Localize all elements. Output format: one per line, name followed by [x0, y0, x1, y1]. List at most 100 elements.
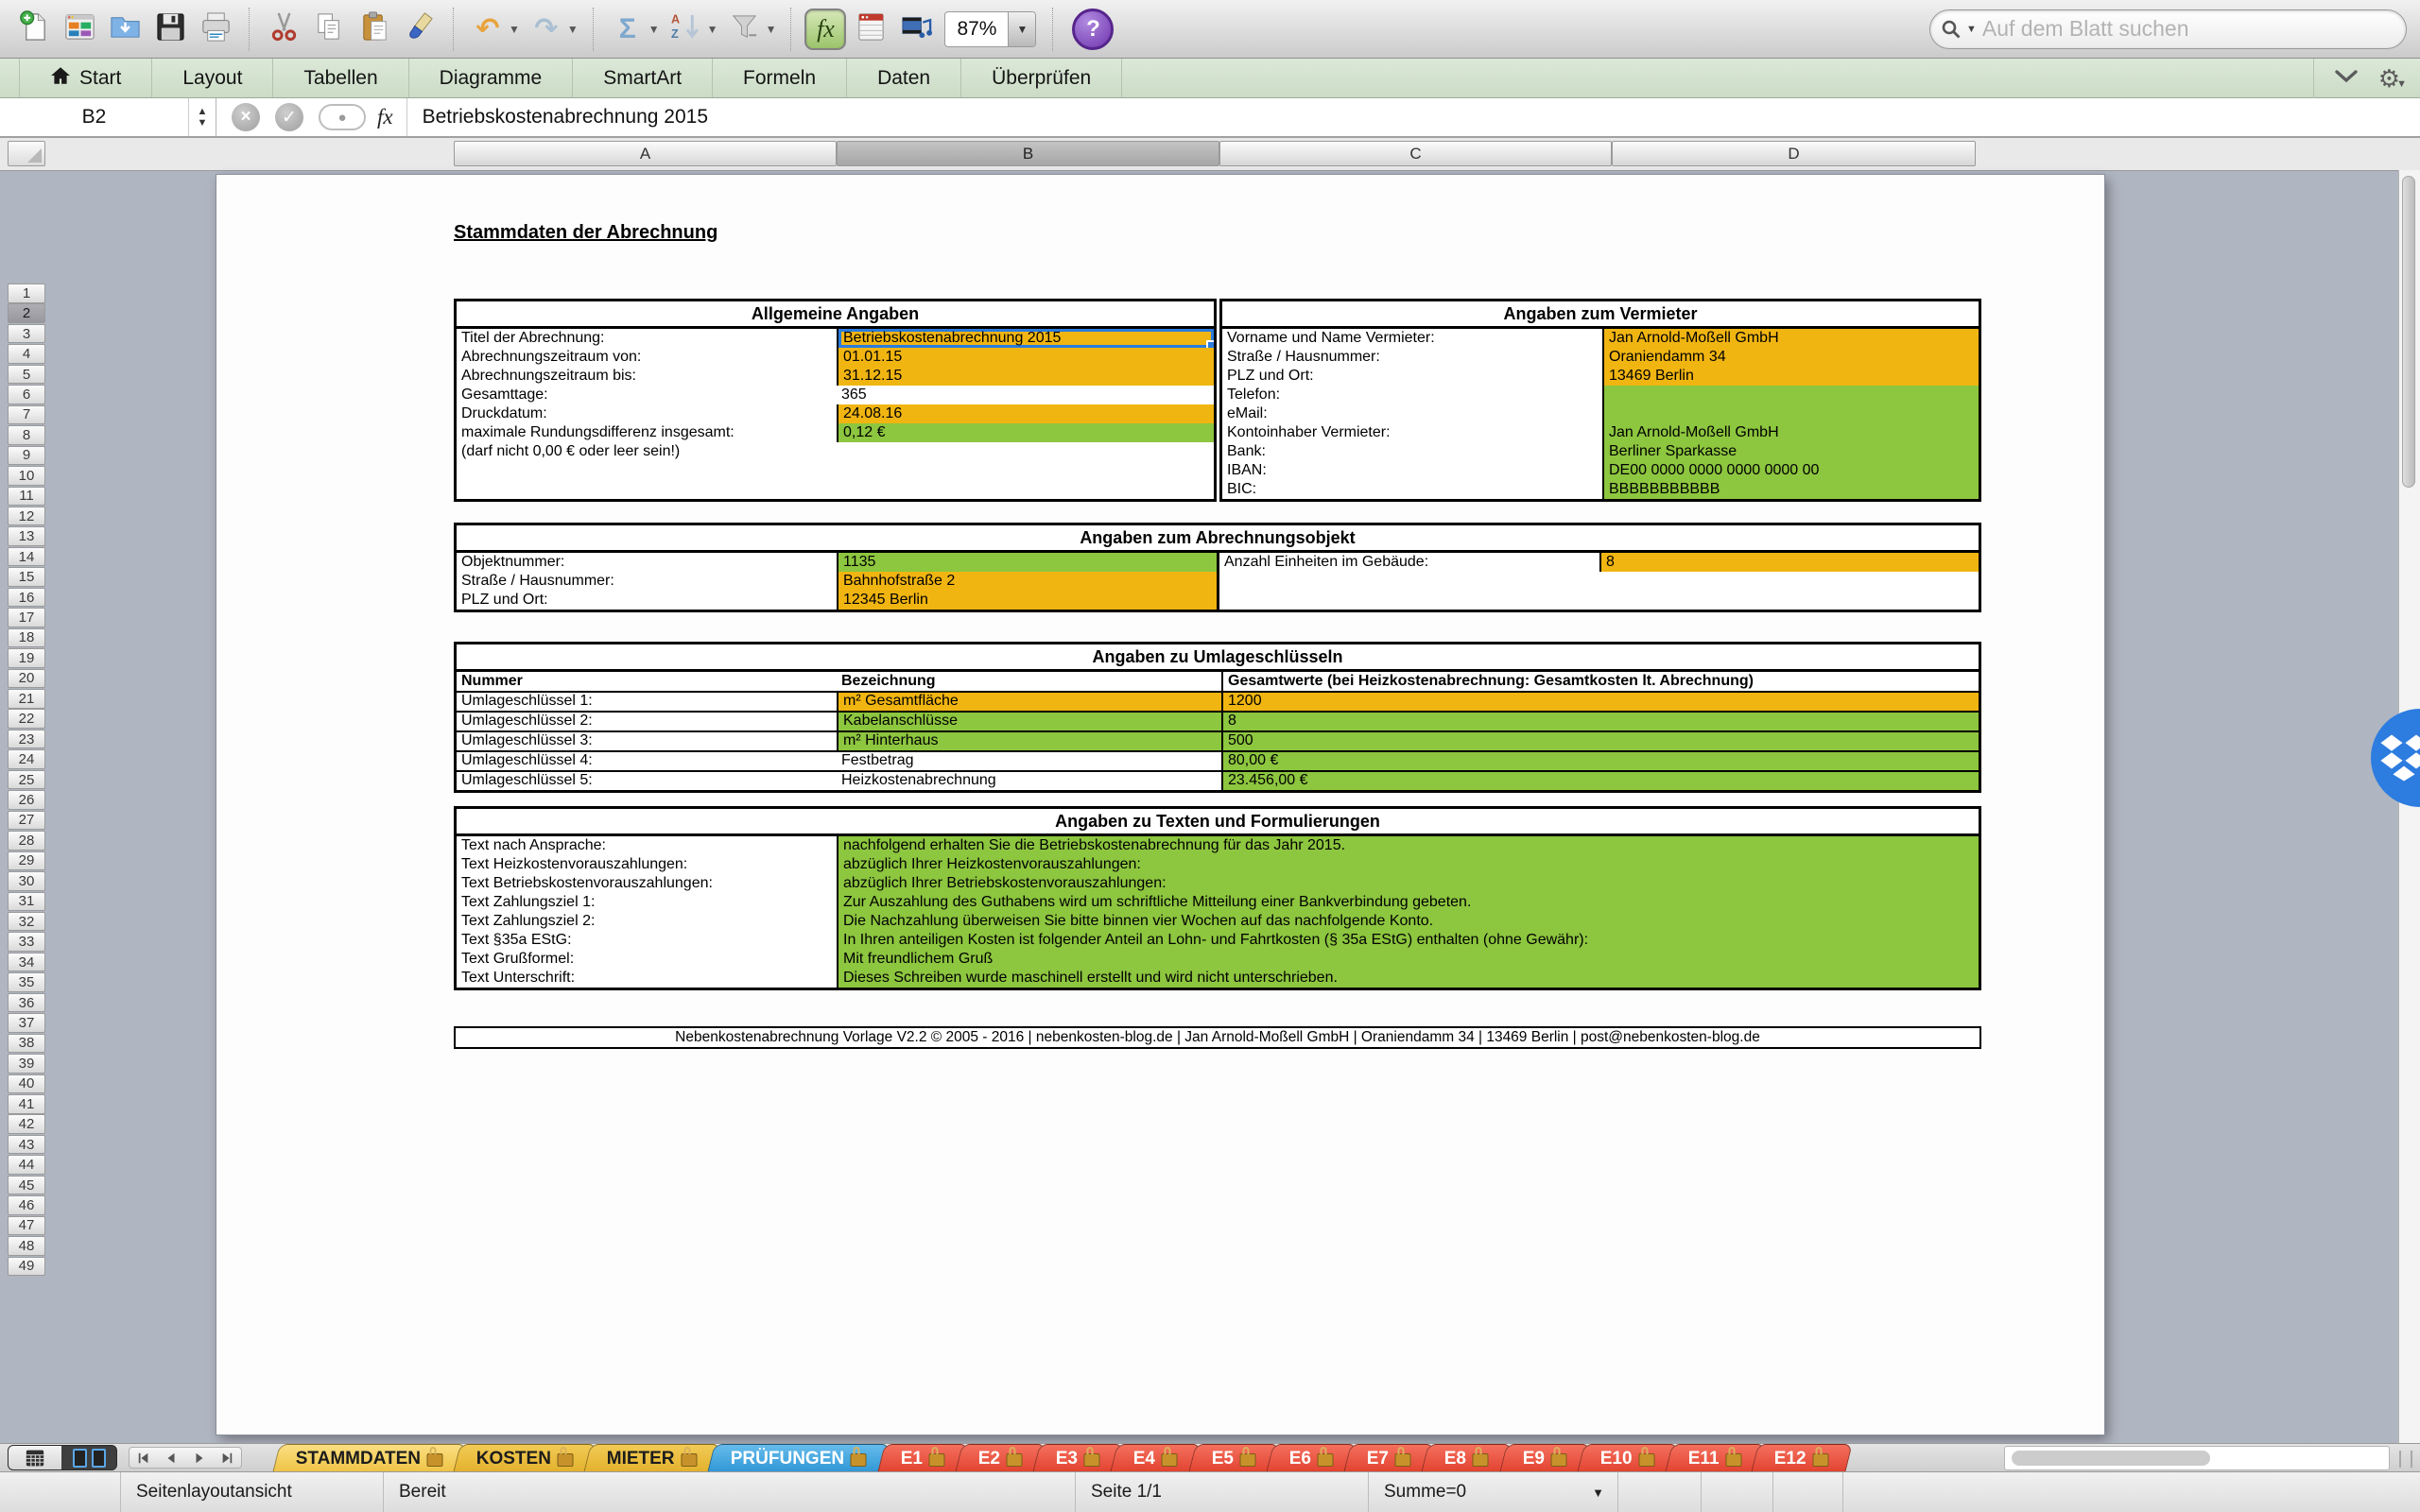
row-header-43[interactable]: 43: [8, 1134, 45, 1155]
formula-content[interactable]: Betriebskostenabrechnung 2015: [407, 106, 708, 129]
ribbon-tab-layout[interactable]: Layout: [152, 59, 274, 97]
row-header-7[interactable]: 7: [8, 404, 45, 425]
row-header-42[interactable]: 42: [8, 1114, 45, 1134]
cell-label[interactable]: (darf nicht 0,00 € oder leer sein!): [457, 442, 837, 461]
name-box[interactable]: B2 ▲ ▼: [0, 98, 216, 136]
row-header-39[interactable]: 39: [8, 1054, 45, 1074]
row-header-48[interactable]: 48: [8, 1236, 45, 1256]
accept-entry-icon[interactable]: ✓: [275, 103, 303, 131]
cell-value[interactable]: Betriebskostenabrechnung 2015: [837, 329, 1214, 348]
sheet-tab-e10[interactable]: E10: [1577, 1444, 1679, 1472]
last-sheet-icon[interactable]: [220, 1452, 233, 1465]
dropdown-arrow-icon[interactable]: ▼: [509, 23, 520, 36]
media-button[interactable]: [895, 7, 937, 52]
cell-value[interactable]: BBBBBBBBBBB: [1602, 480, 1979, 499]
row-header-27[interactable]: 27: [8, 810, 45, 831]
cell-value[interactable]: 0,12 €: [837, 423, 1214, 442]
cell-value[interactable]: Jan Arnold-Moßell GmbH: [1602, 329, 1979, 348]
page-layout-view-button[interactable]: [61, 1446, 116, 1469]
row-header-12[interactable]: 12: [8, 506, 45, 526]
cell-value[interactable]: [1599, 572, 1979, 591]
row-header-21[interactable]: 21: [8, 689, 45, 709]
ribbon-tab-überprüfen[interactable]: Überprüfen: [961, 59, 1123, 97]
formula-options-icon[interactable]: ●: [319, 104, 366, 130]
new-document-button[interactable]: [13, 7, 55, 52]
row-header-47[interactable]: 47: [8, 1215, 45, 1236]
cell-value[interactable]: [1602, 404, 1979, 423]
dropdown-arrow-icon[interactable]: ▼: [766, 23, 777, 36]
cell-label[interactable]: Text Grußformel:: [457, 950, 837, 969]
cut-button[interactable]: [263, 7, 304, 52]
row-header-15[interactable]: 15: [8, 567, 45, 587]
cell-label[interactable]: Bank:: [1222, 442, 1602, 461]
row-header-10[interactable]: 10: [8, 466, 45, 486]
row-header-13[interactable]: 13: [8, 526, 45, 546]
row-header-11[interactable]: 11: [8, 486, 45, 506]
zoom-control[interactable]: 87% ▼: [944, 10, 1037, 47]
row-header-22[interactable]: 22: [8, 709, 45, 729]
column-header-a[interactable]: A: [454, 141, 837, 166]
row-header-34[interactable]: 34: [8, 952, 45, 972]
cell-value[interactable]: 31.12.15: [837, 367, 1214, 386]
sheet-tab-kosten[interactable]: KOSTEN: [453, 1444, 598, 1472]
cell-value[interactable]: Dieses Schreiben wurde maschinell erstel…: [837, 969, 1979, 988]
dropdown-arrow-icon[interactable]: ▼: [707, 23, 718, 36]
row-header-36[interactable]: 36: [8, 992, 45, 1013]
autosum-button[interactable]: Σ: [607, 7, 648, 52]
cell-value[interactable]: [837, 480, 1214, 499]
cell-bezeichnung[interactable]: Heizkostenabrechnung: [837, 772, 1221, 790]
cell-label[interactable]: Telefon:: [1222, 386, 1602, 404]
cell-nummer[interactable]: Umlageschlüssel 5:: [457, 772, 837, 790]
cell-value[interactable]: DE00 0000 0000 0000 0000 00: [1602, 461, 1979, 480]
cell-value[interactable]: Oraniendamm 34: [1602, 348, 1979, 367]
dropbox-badge-icon[interactable]: [2371, 709, 2420, 807]
sum-indicator[interactable]: Summe=0 ▼: [1369, 1472, 1618, 1512]
row-header-9[interactable]: 9: [8, 445, 45, 466]
cell-label[interactable]: Objektnummer:: [457, 553, 837, 572]
open-gallery-button[interactable]: [59, 7, 100, 52]
row-header-16[interactable]: 16: [8, 587, 45, 608]
normal-view-button[interactable]: [9, 1446, 61, 1469]
row-header-45[interactable]: 45: [8, 1175, 45, 1195]
cell-value[interactable]: Mit freundlichem Gruß: [837, 950, 1979, 969]
scrollbar-grip[interactable]: [2399, 1451, 2412, 1468]
cell-nummer[interactable]: Umlageschlüssel 2:: [457, 713, 837, 730]
cell-value[interactable]: Bahnhofstraße 2: [837, 572, 1217, 591]
row-header-37[interactable]: 37: [8, 1013, 45, 1033]
row-header-14[interactable]: 14: [8, 546, 45, 567]
next-sheet-icon[interactable]: [193, 1452, 206, 1465]
cell-label[interactable]: Text Unterschrift:: [457, 969, 837, 988]
cell-label[interactable]: Straße / Hausnummer:: [457, 572, 837, 591]
save-button[interactable]: [149, 7, 191, 52]
cell-nummer[interactable]: Umlageschlüssel 1:: [457, 693, 837, 711]
cell-value[interactable]: 12345 Berlin: [837, 591, 1217, 610]
row-header-26[interactable]: 26: [8, 790, 45, 810]
select-all-corner[interactable]: [8, 141, 45, 166]
filter-button[interactable]: [724, 7, 766, 52]
row-header-25[interactable]: 25: [8, 769, 45, 790]
row-header-23[interactable]: 23: [8, 729, 45, 749]
cell-label[interactable]: PLZ und Ort:: [457, 591, 837, 610]
insert-function-icon[interactable]: fx: [377, 105, 393, 129]
cell-bezeichnung[interactable]: Kabelanschlüsse: [837, 713, 1221, 730]
sort-az-button[interactable]: AZ: [666, 7, 707, 52]
row-header-38[interactable]: 38: [8, 1033, 45, 1054]
sheet-tab-e5[interactable]: E5: [1187, 1444, 1280, 1472]
cell-label[interactable]: Druckdatum:: [457, 404, 837, 423]
cell-value[interactable]: Berliner Sparkasse: [1602, 442, 1979, 461]
previous-sheet-icon[interactable]: [164, 1452, 178, 1465]
horizontal-scrollbar[interactable]: [2004, 1446, 2390, 1470]
cell-label[interactable]: Text Zahlungsziel 1:: [457, 893, 837, 912]
cell-label[interactable]: PLZ und Ort:: [1222, 367, 1602, 386]
format-painter-button[interactable]: [399, 7, 441, 52]
cell-label[interactable]: [457, 480, 837, 499]
cell-value[interactable]: 13469 Berlin: [1602, 367, 1979, 386]
vertical-scrollbar-thumb[interactable]: [2402, 176, 2415, 488]
ribbon-tab-diagramme[interactable]: Diagramme: [409, 59, 574, 97]
ribbon-tab-smartart[interactable]: SmartArt: [573, 59, 714, 97]
sheet-tab-prüfungen[interactable]: PRÜFUNGEN: [707, 1444, 891, 1472]
cell-value[interactable]: abzüglich Ihrer Betriebskostenvorauszahl…: [837, 874, 1979, 893]
cell-gesamtwert[interactable]: 8: [1221, 713, 1979, 730]
row-header-2[interactable]: 2: [8, 303, 45, 323]
cell-label[interactable]: [1219, 572, 1599, 591]
